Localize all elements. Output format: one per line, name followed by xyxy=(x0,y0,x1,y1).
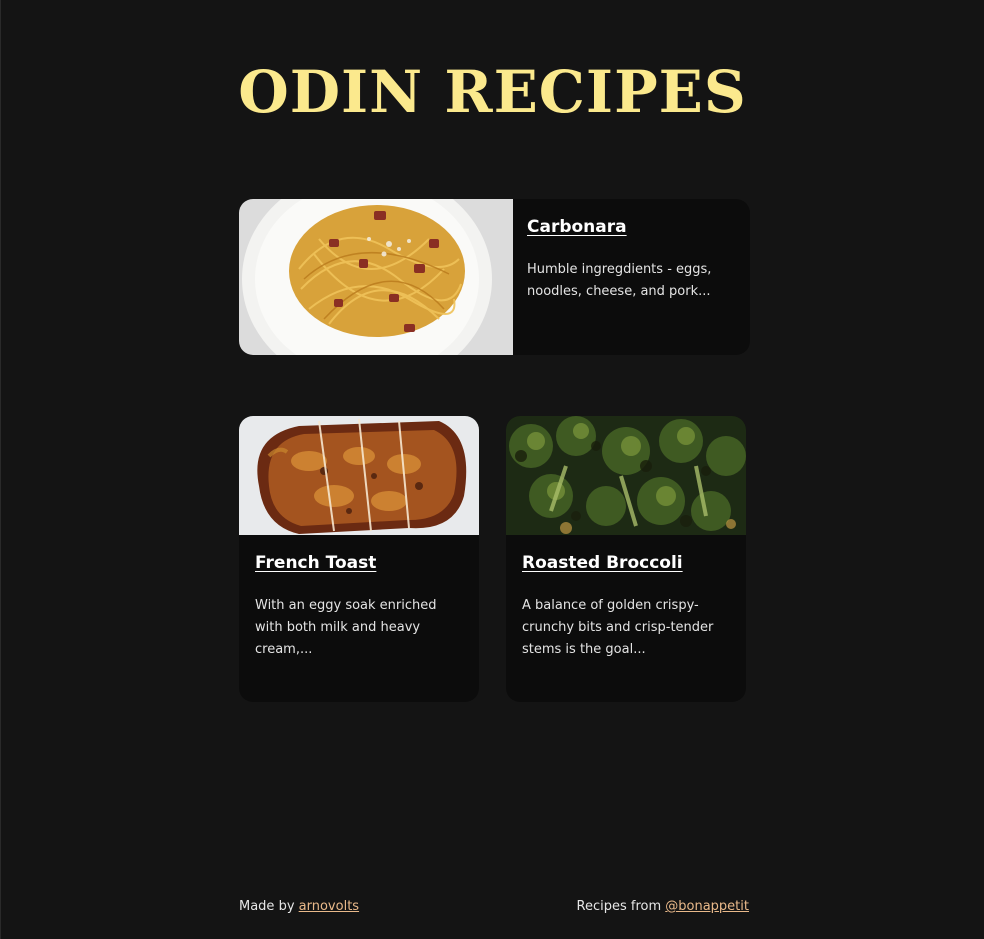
carbonara-body: Carbonara Humble ingregdients - eggs, no… xyxy=(513,199,750,355)
author-link[interactable]: arnovolts xyxy=(299,899,359,914)
roasted-broccoli-photo-icon xyxy=(506,416,746,535)
source-link[interactable]: @bonappetit xyxy=(665,899,749,914)
recipe-card-carbonara[interactable]: Carbonara Humble ingregdients - eggs, no… xyxy=(239,199,750,355)
french-toast-photo-icon xyxy=(239,416,479,535)
french-toast-image[interactable] xyxy=(239,416,479,535)
recipe-description: Humble ingregdients - eggs, noodles, che… xyxy=(527,262,712,299)
recipe-title-link[interactable]: Carbonara xyxy=(527,217,627,237)
carbonara-image[interactable] xyxy=(239,199,513,355)
recipe-card-roasted-broccoli[interactable]: Roasted Broccoli A balance of golden cri… xyxy=(506,416,746,702)
recipe-description: With an eggy soak enriched with both mil… xyxy=(255,598,437,657)
carbonara-photo-icon xyxy=(239,199,513,355)
recipe-title-link[interactable]: French Toast xyxy=(255,553,376,573)
recipe-title-link[interactable]: Roasted Broccoli xyxy=(522,553,683,573)
roasted-broccoli-image[interactable] xyxy=(506,416,746,535)
recipe-card-french-toast[interactable]: French Toast With an eggy soak enriched … xyxy=(239,416,479,702)
recipe-description: A balance of golden crispy-crunchy bits … xyxy=(522,598,714,657)
recipes-from-text: Recipes from xyxy=(576,899,662,914)
site-title: ODIN RECIPES xyxy=(238,58,747,126)
footer-recipes-from: Recipes from @bonappetit xyxy=(577,899,750,914)
roasted-broccoli-body: Roasted Broccoli A balance of golden cri… xyxy=(506,535,746,661)
footer-made-by: Made by arnovolts xyxy=(239,899,359,914)
made-by-text: Made by xyxy=(239,899,295,914)
french-toast-body: French Toast With an eggy soak enriched … xyxy=(239,535,479,661)
